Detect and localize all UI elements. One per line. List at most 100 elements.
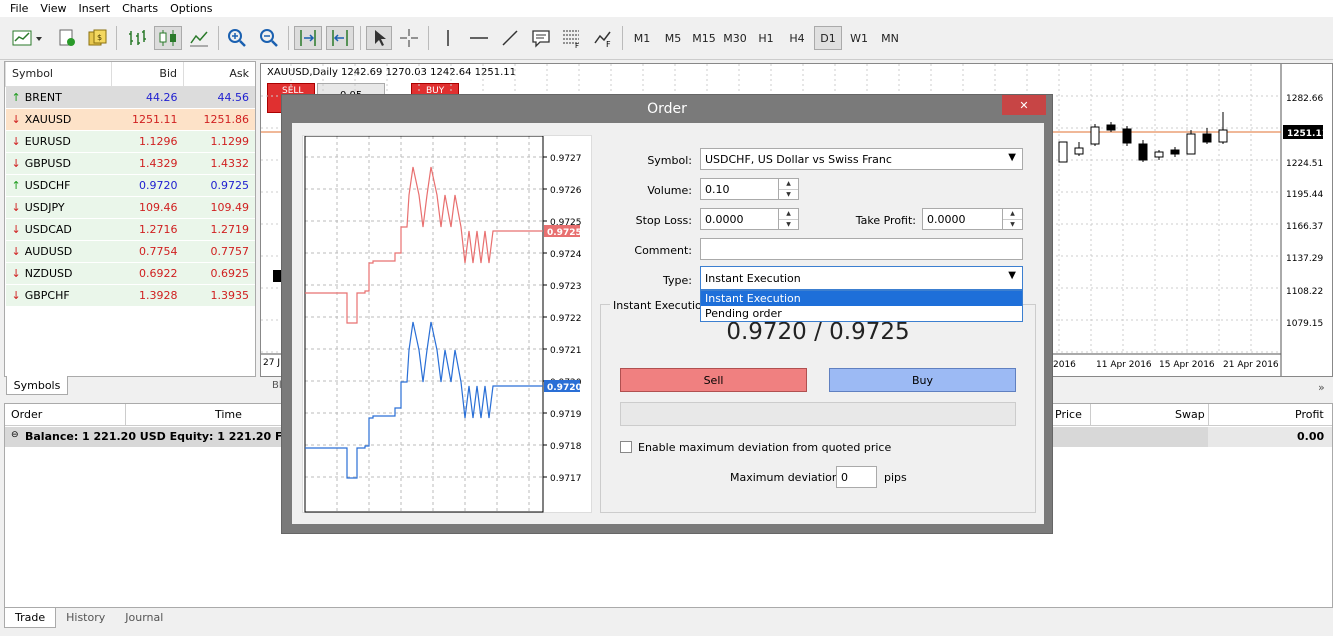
tick-chart: 0.9727 0.9726 0.9725 0.9724 0.9723 0.9722 0.97… <box>304 135 582 513</box>
deviation-checkbox-label[interactable]: Enable maximum deviation from quoted pri… <box>638 441 891 454</box>
type-option[interactable]: Instant Execution <box>701 291 1022 306</box>
price-axis-label: 1166.37 <box>1286 222 1323 232</box>
arrow-down-icon: ↓ <box>11 200 21 214</box>
bid-cell: 109.46 <box>111 195 184 218</box>
text-label-icon[interactable] <box>528 26 554 50</box>
market-watch-table: Symbol Bid Ask ↑ BRENT 44.26 44.56 ↓ XAUUSD 12… <box>5 62 255 306</box>
cursor-icon[interactable] <box>366 26 392 50</box>
timeframe-m5[interactable]: M5 <box>659 26 687 50</box>
column-header-price[interactable]: Price <box>1055 408 1082 421</box>
vertical-line-icon[interactable] <box>436 26 460 50</box>
symbol-select[interactable]: USDCHF, US Dollar vs Swiss Franc ▼ <box>700 148 1023 170</box>
type-select[interactable]: Instant Execution ▼ <box>700 266 1023 290</box>
column-header-swap[interactable]: Swap <box>1175 408 1205 421</box>
column-header-order[interactable]: Order <box>11 408 42 421</box>
stop-loss-input[interactable]: 0.0000 ▲ ▼ <box>700 208 799 230</box>
tab-symbols[interactable]: Symbols <box>6 376 68 395</box>
market-watch-row[interactable]: ↓ NZDUSD 0.6922 0.6925 <box>5 261 255 284</box>
menu-insert[interactable]: Insert <box>73 2 117 15</box>
timeframe-mn[interactable]: MN <box>876 26 904 50</box>
menu-charts[interactable]: Charts <box>116 2 164 15</box>
volume-stepper[interactable]: ▲ ▼ <box>778 179 798 199</box>
candlestick-chart-icon[interactable] <box>154 26 182 50</box>
crosshair-icon[interactable] <box>396 26 422 50</box>
column-header-profit[interactable]: Profit <box>1295 408 1324 421</box>
comment-input[interactable] <box>700 238 1023 260</box>
market-watch-row[interactable]: ↓ EURUSD 1.1296 1.1299 <box>5 129 255 152</box>
arrow-down-icon: ↓ <box>11 112 21 126</box>
timeframe-h4[interactable]: H4 <box>783 26 811 50</box>
market-watch-row[interactable]: ↓ USDCAD 1.2716 1.2719 <box>5 217 255 240</box>
arrow-down-icon: ↓ <box>11 222 21 236</box>
market-watch-row[interactable]: ↓ GBPCHF 1.3928 1.3935 <box>5 283 255 306</box>
arrow-up-icon: ↑ <box>11 90 21 104</box>
type-option[interactable]: Pending order <box>701 306 1022 321</box>
order-dialog: Order ✕ 0.9727 0.9726 0.9725 0.9724 0.9723 0.… <box>281 94 1053 534</box>
max-deviation-input[interactable]: 0 <box>836 466 877 488</box>
bid-cell: 44.26 <box>111 85 184 108</box>
tab-journal[interactable]: Journal <box>115 608 173 627</box>
zoom-in-icon[interactable] <box>224 26 250 50</box>
comment-label: Comment: <box>634 244 692 257</box>
date-axis-label: 11 Apr 2016 <box>1096 360 1152 370</box>
take-profit-stepper[interactable]: ▲ ▼ <box>1002 209 1022 229</box>
market-watch-row[interactable]: ↓ XAUUSD 1251.11 1251.86 <box>5 107 255 130</box>
stop-loss-stepper[interactable]: ▲ ▼ <box>778 209 798 229</box>
horizontal-line-icon[interactable] <box>466 26 492 50</box>
bid-price-line <box>305 321 543 479</box>
tab-trade[interactable]: Trade <box>4 608 57 628</box>
market-watch-row[interactable]: ↓ AUDUSD 0.7754 0.7757 <box>5 239 255 262</box>
close-icon[interactable]: ✕ <box>1002 95 1046 115</box>
pips-label: pips <box>884 471 907 484</box>
trendline-icon[interactable] <box>498 26 522 50</box>
terminal-tabs: Trade History Journal <box>4 608 1333 630</box>
menu-view[interactable]: View <box>34 2 72 15</box>
auto-scroll-icon[interactable] <box>294 26 322 50</box>
price-axis-label: 1282.66 <box>1286 94 1323 104</box>
column-header-time[interactable]: Time <box>215 408 242 421</box>
chart-left-date: 27 J <box>263 358 280 368</box>
zoom-out-icon[interactable] <box>256 26 282 50</box>
objects-icon[interactable]: F <box>590 26 616 50</box>
volume-input[interactable]: 0.10 ▲ ▼ <box>700 178 799 200</box>
price-axis-label: 1079.15 <box>1286 319 1323 329</box>
bar-chart-icon[interactable] <box>124 26 150 50</box>
market-watch-row[interactable]: ↑ BRENT 44.26 44.56 <box>5 85 255 108</box>
market-watch-row[interactable]: ↓ GBPUSD 1.4329 1.4332 <box>5 151 255 174</box>
sell-button[interactable]: Sell <box>620 368 807 392</box>
take-profit-input-value: 0.0000 <box>927 212 966 226</box>
chevron-down-icon: ▼ <box>1008 152 1016 163</box>
volume-label: Volume: <box>647 184 692 197</box>
tab-history[interactable]: History <box>56 608 115 627</box>
timeframe-m30[interactable]: M30 <box>721 26 749 50</box>
timeframe-m15[interactable]: M15 <box>690 26 718 50</box>
symbol-name: USDJPY <box>24 200 65 214</box>
market-watch-icon[interactable]: $ <box>86 26 108 50</box>
timeframe-m1[interactable]: M1 <box>628 26 656 50</box>
buy-button[interactable]: Buy <box>829 368 1016 392</box>
symbol-cell: ↓ XAUUSD <box>5 107 112 130</box>
timeframe-w1[interactable]: W1 <box>845 26 873 50</box>
line-chart-icon[interactable] <box>186 26 212 50</box>
new-chart-icon[interactable] <box>8 26 46 50</box>
fibonacci-icon[interactable]: F <box>558 26 584 50</box>
collapse-icon[interactable]: ⊖ <box>11 430 19 440</box>
chart-tabs-scroll-icon[interactable]: » <box>1318 381 1325 394</box>
menu-file[interactable]: File <box>4 2 34 15</box>
price-axis-label: 1224.51 <box>1286 159 1323 169</box>
column-header-ask[interactable]: Ask <box>183 62 255 87</box>
take-profit-input[interactable]: 0.0000 ▲ ▼ <box>922 208 1023 230</box>
column-header-bid[interactable]: Bid <box>111 62 184 87</box>
deviation-checkbox[interactable] <box>620 441 632 453</box>
market-watch-row[interactable]: ↓ USDJPY 109.46 109.49 <box>5 195 255 218</box>
timeframe-h1[interactable]: H1 <box>752 26 780 50</box>
chart-shift-icon[interactable] <box>326 26 354 50</box>
market-watch-row[interactable]: ↑ USDCHF 0.9720 0.9725 <box>5 173 255 196</box>
timeframe-d1[interactable]: D1 <box>814 26 842 50</box>
symbol-name: BRENT <box>24 90 62 104</box>
column-header-symbol[interactable]: Symbol <box>5 62 112 87</box>
order-dialog-title: Order <box>647 101 687 117</box>
profiles-icon[interactable] <box>56 26 78 50</box>
menu-options[interactable]: Options <box>164 2 218 15</box>
symbol-cell: ↓ GBPCHF <box>5 283 112 306</box>
